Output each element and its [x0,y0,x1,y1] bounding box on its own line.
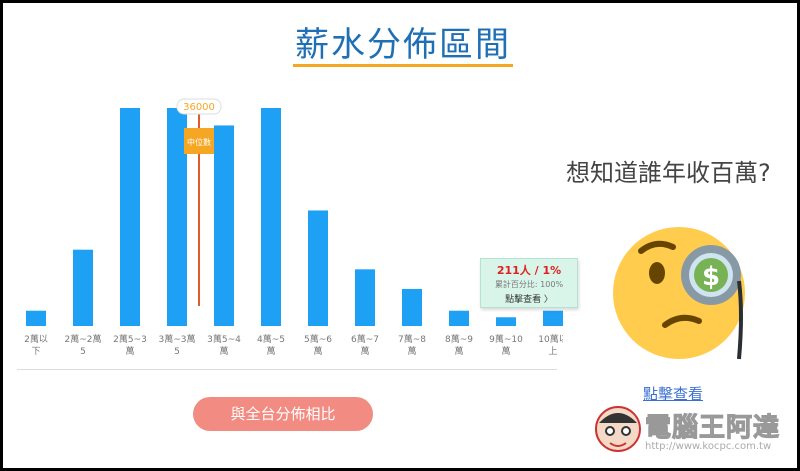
x-tick-label-10-2: 萬 [454,345,463,357]
promo-question: 想知道誰年收百萬? [566,159,771,187]
x-tick-label-7-2: 萬 [313,345,322,357]
salary-bar-chart: 2萬以下2萬~2萬52萬5~3萬3萬~3萬53萬5~4萬4萬~5萬5萬~6萬6萬… [24,98,563,357]
x-tick-label-3-1: 2萬5~3 [113,333,147,345]
site-watermark: 電腦王阿達 http://www.kocpc.com.tw [593,401,793,461]
monocle-money-face-icon: $ [613,227,745,360]
bar-9[interactable] [402,288,422,326]
x-tick-label-7-1: 5萬~6 [304,333,332,345]
median-value: 36000 [183,102,215,113]
bar-8[interactable] [355,269,375,326]
x-tick-label-1-1: 2萬以 [24,333,48,345]
watermark-url: http://www.kocpc.com.tw [645,441,772,452]
bar-3[interactable] [120,108,140,326]
x-tick-label-12-1: 10萬以 [538,333,563,345]
mascot-logo [595,406,641,452]
x-tick-label-6-2: 萬 [266,345,275,357]
x-tick-label-12-2: 上 [548,346,557,357]
x-tick-label-1-2: 下 [31,347,40,357]
x-tick-label-11-1: 9萬~10 [489,333,523,345]
x-tick-label-5-2: 萬 [219,345,228,357]
x-tick-label-10-1: 8萬~9 [445,333,473,345]
x-tick-label-9-1: 7萬~8 [398,333,426,345]
watermark-name: 電腦王阿達 [644,413,781,444]
x-tick-label-2-2: 5 [80,347,86,357]
x-tick-label-8-1: 6萬~7 [351,333,379,345]
x-tick-label-6-1: 4萬~5 [257,333,285,345]
bar-2[interactable] [73,249,93,326]
compare-nationwide-button[interactable]: 與全台分佈相比 [193,397,373,431]
x-tick-label-4-2: 5 [174,347,180,357]
bar-12[interactable] [543,310,563,326]
bar-5[interactable] [214,125,234,326]
page-frame: 薪水分佈區間 2萬以下 2萬~2萬 5 2萬5~3 萬 3萬~3萬 5 3萬5~4 萬 4萬~5 萬… [0,0,800,471]
x-tick-label-11-2: 萬 [501,345,510,357]
x-tick-label-5-1: 3萬5~4 [207,333,241,345]
x-tick-label-9-2: 萬 [407,345,416,357]
bar-tooltip: 211人 / 1% 累計百分比: 100% 點擊查看 〉 [480,258,578,308]
bar-7[interactable] [308,210,328,326]
bar-6[interactable] [261,108,281,326]
x-tick-label-4-1: 3萬~3萬 [159,333,196,345]
tooltip-view-link[interactable]: 點擊查看 〉 [481,292,577,305]
svg-text:$: $ [702,262,720,292]
chart-divider [17,369,557,370]
x-tick-label-8-2: 萬 [360,345,369,357]
bar-11[interactable] [496,317,516,326]
tooltip-count: 211人 / 1% [496,264,562,277]
bar-1[interactable] [26,310,46,326]
x-tick-label-3-2: 萬 [125,345,134,357]
tooltip-cumulative: 累計百分比: 100% [494,280,564,289]
x-tick-label-2-1: 2萬~2萬 [65,333,102,345]
median-label: 中位數 [187,137,211,147]
bar-10[interactable] [449,310,469,326]
